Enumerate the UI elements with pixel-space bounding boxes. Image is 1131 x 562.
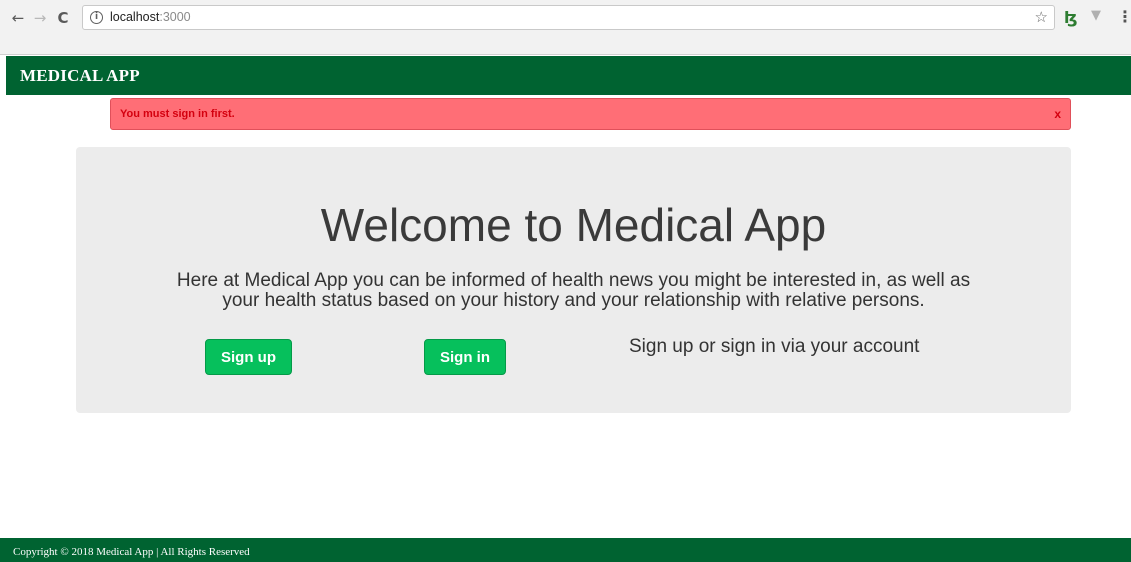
intro-description-line-1: Here at Medical App you can be informed …: [176, 270, 971, 291]
bookmark-star-icon[interactable]: ☆: [1035, 8, 1048, 26]
app-navbar: MEDICAL APP: [6, 56, 1131, 95]
url-host: localhost: [110, 10, 160, 24]
intro-description-line-2: your health status based on your history…: [222, 290, 925, 311]
page-title: Welcome to Medical App: [320, 199, 827, 251]
extension-icon[interactable]: ɮ: [1064, 8, 1077, 27]
address-bar[interactable]: i localhost:3000 ☆: [82, 5, 1055, 30]
browser-toolbar: ← → C i localhost:3000 ☆ ɮ ▼ ⋮: [0, 0, 1131, 55]
extension-funnel-icon[interactable]: ▼: [1091, 8, 1101, 23]
back-arrow-icon[interactable]: ←: [9, 9, 27, 27]
alert-message: You must sign in first.: [120, 108, 235, 120]
alert-close-button[interactable]: x: [1054, 107, 1061, 121]
account-cta-text: Sign up or sign in via your account: [629, 336, 920, 357]
page-footer: Copyright © 2018 Medical App | All Right…: [0, 538, 1131, 562]
welcome-panel: Welcome to Medical App Here at Medical A…: [76, 147, 1071, 413]
forward-arrow-icon[interactable]: →: [31, 9, 49, 27]
url-text: localhost:3000: [110, 10, 191, 24]
sign-in-required-alert: You must sign in first. x: [110, 98, 1071, 130]
sign-up-button[interactable]: Sign up: [205, 339, 292, 375]
site-info-icon[interactable]: i: [90, 11, 103, 24]
url-port: :3000: [159, 10, 191, 24]
browser-menu-icon[interactable]: ⋮: [1117, 7, 1131, 26]
intro-description: Here at Medical App you can be informed …: [76, 271, 1071, 311]
copyright-text: Copyright © 2018 Medical App | All Right…: [13, 546, 250, 558]
brand-logo-text[interactable]: MEDICAL APP: [20, 66, 140, 86]
reload-icon[interactable]: C: [54, 9, 72, 27]
sign-in-button[interactable]: Sign in: [424, 339, 506, 375]
